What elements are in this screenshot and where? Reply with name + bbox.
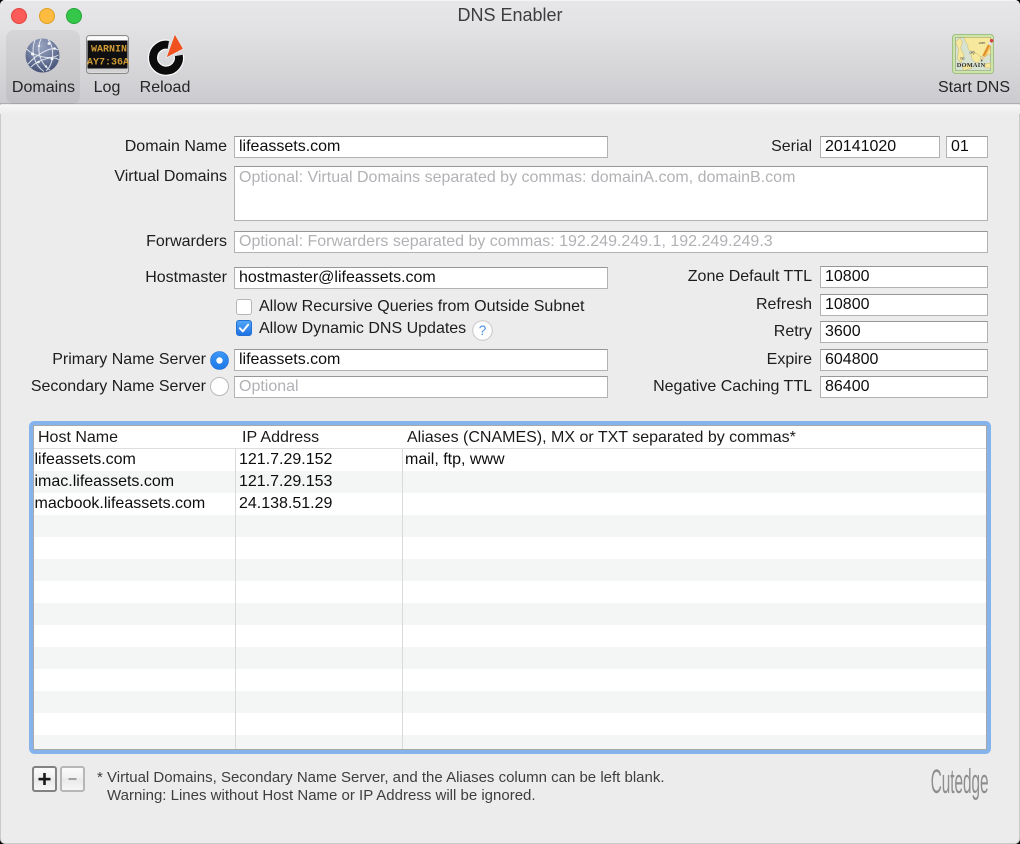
svg-text:?: ? — [479, 323, 487, 338]
svg-text:AY7:36A: AY7:36A — [87, 58, 129, 69]
svg-text:.org: .org — [969, 51, 975, 55]
svg-text:.biz: .biz — [960, 57, 966, 61]
svg-text:DOMAIN: DOMAIN — [957, 62, 986, 69]
svg-text:.com: .com — [978, 41, 986, 45]
svg-text:WARNIN: WARNIN — [91, 45, 127, 56]
